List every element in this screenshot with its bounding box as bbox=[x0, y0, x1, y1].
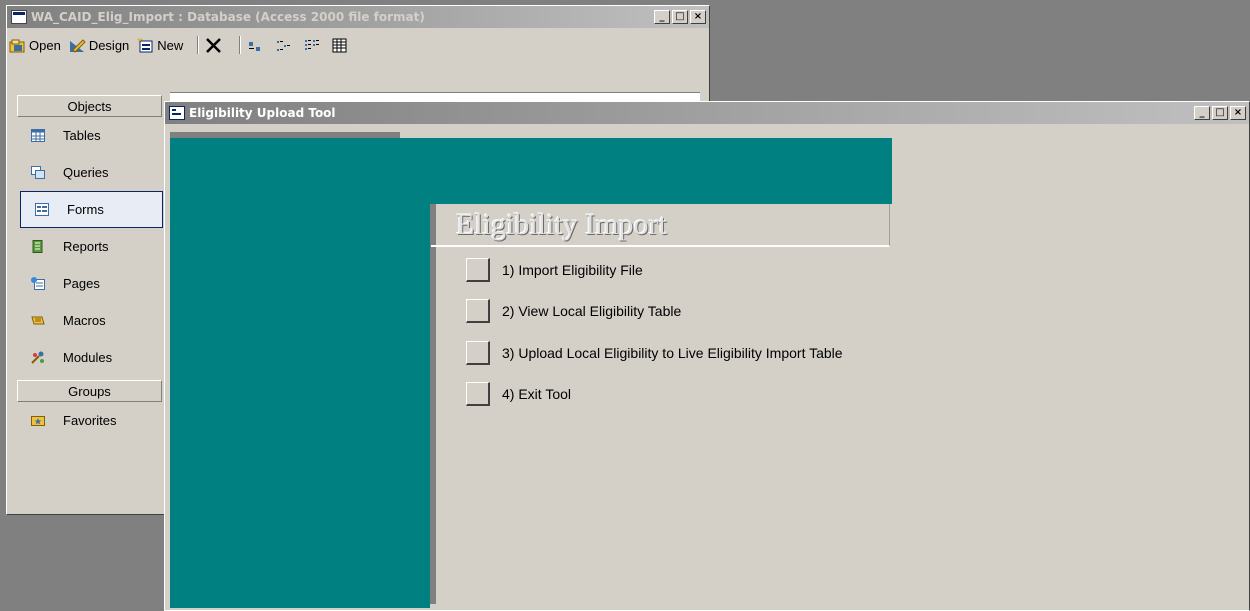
new-button[interactable]: New bbox=[137, 37, 184, 53]
delete-icon bbox=[206, 37, 222, 53]
delete-button[interactable] bbox=[205, 37, 225, 53]
list-view-button[interactable] bbox=[303, 38, 323, 53]
objects-item-modules[interactable]: Modules bbox=[17, 339, 162, 376]
small-icons-icon bbox=[277, 40, 291, 51]
maximize-button[interactable]: □ bbox=[672, 10, 688, 24]
database-icon bbox=[11, 10, 27, 24]
database-title: WA_CAID_Elig_Import : Database (Access 2… bbox=[31, 10, 425, 24]
close-button[interactable]: × bbox=[690, 10, 706, 24]
menu-label: 1) Import Eligibility File bbox=[502, 262, 643, 278]
open-icon bbox=[9, 39, 25, 52]
objects-item-label: Reports bbox=[63, 239, 109, 254]
minimize-button[interactable]: _ bbox=[654, 10, 670, 24]
upload-local-eligibility-button[interactable] bbox=[466, 341, 490, 365]
open-label: Open bbox=[29, 37, 61, 53]
teal-side-panel bbox=[170, 138, 430, 608]
objects-item-macros[interactable]: Macros bbox=[17, 302, 162, 339]
macro-icon bbox=[31, 316, 45, 325]
objects-item-tables[interactable]: Tables bbox=[17, 117, 162, 154]
page-icon bbox=[31, 277, 45, 290]
query-icon bbox=[31, 166, 45, 179]
objects-pane: Objects Tables Queries Forms Reports Pag… bbox=[17, 95, 163, 495]
menu-row-view: 2) View Local Eligibility Table bbox=[466, 299, 681, 323]
teal-header-band bbox=[430, 138, 892, 204]
groups-header[interactable]: Groups bbox=[17, 380, 162, 402]
form-close-button[interactable]: × bbox=[1230, 106, 1246, 120]
open-button[interactable]: Open bbox=[9, 38, 61, 53]
objects-item-label: Tables bbox=[63, 128, 101, 143]
form-minimize-button[interactable]: _ bbox=[1194, 106, 1210, 120]
objects-item-label: Forms bbox=[67, 202, 104, 217]
form-title: Eligibility Upload Tool bbox=[189, 106, 336, 120]
menu-row-import: 1) Import Eligibility File bbox=[466, 258, 643, 282]
object-list-area[interactable] bbox=[170, 92, 700, 101]
new-icon bbox=[137, 37, 153, 52]
import-eligibility-file-button[interactable] bbox=[466, 258, 490, 282]
report-icon bbox=[32, 240, 43, 253]
form-window-icon bbox=[169, 106, 185, 120]
menu-row-upload: 3) Upload Local Eligibility to Live Elig… bbox=[466, 341, 843, 365]
menu-label: 2) View Local Eligibility Table bbox=[502, 303, 682, 319]
objects-item-label: Queries bbox=[63, 165, 109, 180]
database-titlebar[interactable]: WA_CAID_Elig_Import : Database (Access 2… bbox=[7, 6, 709, 28]
form-maximize-button[interactable]: □ bbox=[1212, 106, 1228, 120]
details-view-icon bbox=[332, 38, 347, 52]
large-icons-icon bbox=[249, 41, 261, 51]
heading-frame: Eligibility Import bbox=[431, 204, 890, 247]
database-toolbar: Open Design New bbox=[9, 31, 707, 59]
form-icon bbox=[35, 203, 49, 216]
objects-item-queries[interactable]: Queries bbox=[17, 154, 162, 191]
objects-item-forms[interactable]: Forms bbox=[20, 191, 163, 228]
exit-tool-button[interactable] bbox=[466, 382, 490, 406]
view-local-eligibility-button[interactable] bbox=[466, 299, 490, 323]
favorites-label: Favorites bbox=[63, 413, 117, 428]
new-label: New bbox=[157, 37, 184, 53]
list-view-icon bbox=[305, 39, 320, 50]
menu-label: 3) Upload Local Eligibility to Live Elig… bbox=[502, 345, 843, 361]
form-titlebar[interactable]: Eligibility Upload Tool _ □ × bbox=[165, 102, 1249, 124]
menu-label: 4) Exit Tool bbox=[502, 386, 571, 402]
table-icon bbox=[31, 129, 45, 142]
favorites-folder-icon bbox=[31, 416, 45, 426]
eligibility-upload-form-window: Eligibility Upload Tool _ □ × Eligibilit… bbox=[164, 101, 1250, 611]
objects-header[interactable]: Objects bbox=[17, 95, 162, 117]
small-icons-button[interactable] bbox=[275, 38, 295, 53]
design-button[interactable]: Design bbox=[69, 38, 129, 53]
objects-item-label: Macros bbox=[63, 313, 106, 328]
toolbar-separator bbox=[197, 36, 200, 54]
design-icon bbox=[69, 38, 86, 53]
objects-item-reports[interactable]: Reports bbox=[17, 228, 162, 265]
menu-row-exit: 4) Exit Tool bbox=[466, 382, 571, 406]
design-label: Design bbox=[88, 37, 130, 53]
objects-item-pages[interactable]: Pages bbox=[17, 265, 162, 302]
objects-item-label: Pages bbox=[63, 276, 100, 291]
objects-item-label: Modules bbox=[63, 350, 113, 365]
groups-item-favorites[interactable]: Favorites bbox=[17, 402, 162, 439]
form-heading: Eligibility Import bbox=[456, 208, 667, 241]
details-view-button[interactable] bbox=[331, 38, 351, 53]
module-icon bbox=[31, 351, 44, 364]
large-icons-button[interactable] bbox=[247, 38, 267, 53]
panel-shadow bbox=[430, 204, 436, 604]
toolbar-separator bbox=[239, 36, 242, 54]
